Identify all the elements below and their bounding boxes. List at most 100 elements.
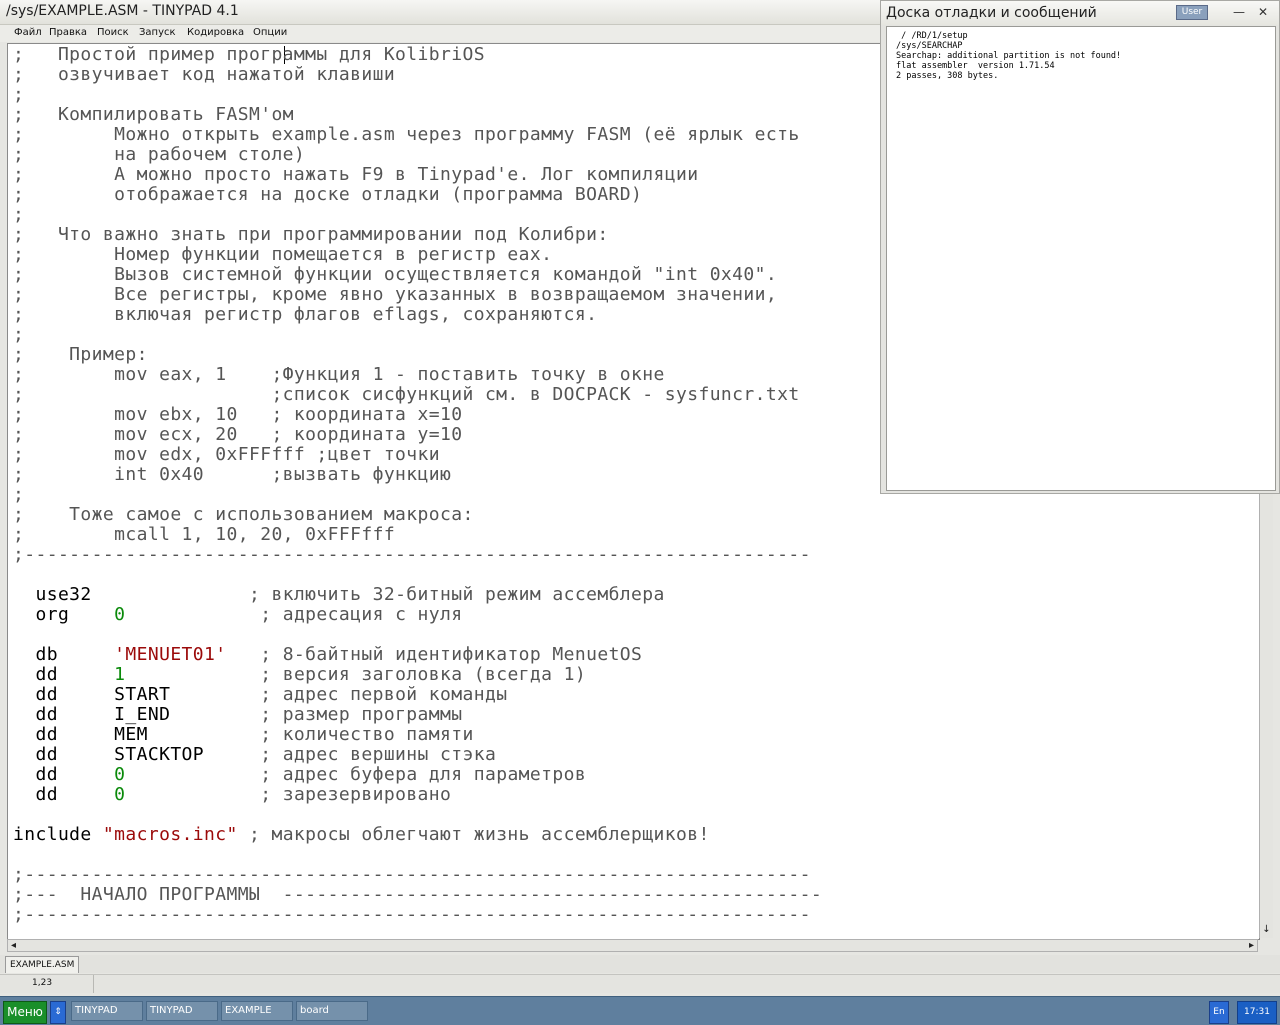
task-button-tinypad[interactable]: TINYPAD (71, 1001, 143, 1021)
task-button-board[interactable]: board (296, 1001, 368, 1021)
code-token-comment: ; mov edx, 0xFFFfff ;цвет точки (13, 444, 441, 465)
code-token-comment: ; Все регистры, кроме явно указанных в в… (13, 284, 778, 305)
code-token-comment: ; mcall 1, 10, 20, 0xFFFfff (13, 524, 396, 545)
code-line: ; Номер функции помещается в регистр eax… (13, 245, 552, 265)
code-token-comment: ;---------------------------------------… (13, 904, 811, 925)
code-token-number: 0 (114, 764, 126, 785)
code-line: ; mov edx, 0xFFFfff ;цвет точки (13, 445, 440, 465)
menu-encoding[interactable]: Кодировка (187, 27, 244, 38)
task-button-example[interactable]: EXAMPLE (221, 1001, 293, 1021)
code-line: ; mov ecx, 20 ; координата y=10 (13, 425, 462, 445)
code-token-plain: dd (13, 664, 115, 685)
code-token-comment: ; количество памяти (147, 724, 474, 745)
start-menu-button[interactable]: Меню (3, 1001, 47, 1024)
code-token-comment: ; включая регистр флагов eflags, сохраня… (13, 304, 598, 325)
code-line: ; mcall 1, 10, 20, 0xFFFfff (13, 525, 395, 545)
code-token-plain: dd MEM (13, 724, 148, 745)
code-token-comment: ; (13, 204, 25, 225)
code-token-string: "macros.inc" (102, 824, 238, 845)
code-line: org 0 ; адресация с нуля (13, 605, 463, 625)
scroll-left-arrow-icon[interactable]: ◂ (11, 940, 16, 951)
code-token-comment: ; Что важно знать при программировании п… (13, 224, 609, 245)
status-divider (93, 975, 94, 993)
code-line: ; (13, 325, 24, 345)
code-token-comment: ; mov ecx, 20 ; координата y=10 (13, 424, 463, 445)
code-line: db 'MENUET01' ; 8-байтный идентификатор … (13, 645, 642, 665)
code-token-plain: dd (13, 764, 115, 785)
log-line: /sys/SEARCHAP (896, 41, 963, 51)
log-line: flat assembler version 1.71.54 (896, 61, 1055, 71)
code-token-comment: ; версия заголовка (всегда 1) (125, 664, 587, 685)
minimize-icon[interactable]: — (1231, 4, 1247, 20)
horizontal-scrollbar[interactable]: ◂ ▸ (7, 939, 1258, 952)
code-line: ; ;список сисфункций см. в DOCPACK - sys… (13, 385, 800, 405)
code-token-comment: ; (13, 84, 25, 105)
code-token-comment: ; адрес первой команды (170, 684, 508, 705)
code-line: ; Тоже самое с использованием макроса: (13, 505, 474, 525)
code-line: ;---------------------------------------… (13, 905, 811, 925)
code-token-comment: ; Компилировать FASM'ом (13, 104, 294, 125)
code-token-comment: ;---------------------------------------… (13, 864, 811, 885)
status-bar: 1,23 (0, 974, 1280, 993)
board-titlebar[interactable]: Доска отладки и сообщений User — ✕ (881, 1, 1279, 25)
menu-file[interactable]: Файл (14, 27, 42, 38)
tab-example-asm[interactable]: EXAMPLE.ASM (5, 956, 80, 973)
code-line: ;--- НАЧАЛО ПРОГРАММЫ ------------------… (13, 885, 822, 905)
task-button-tinypad-2[interactable]: TINYPAD (146, 1001, 218, 1021)
code-line: ; (13, 85, 24, 105)
board-window: Доска отладки и сообщений User — ✕ / /RD… (880, 0, 1280, 494)
cursor-position: 1,23 (32, 978, 53, 988)
code-token-comment: ;--- НАЧАЛО ПРОГРАММЫ ------------------… (13, 884, 823, 905)
code-token-number: 0 (114, 784, 126, 805)
menu-edit[interactable]: Правка (49, 27, 87, 38)
code-token-comment: ; озвучивает код нажатой клавиши (13, 64, 396, 85)
code-line: ; озвучивает код нажатой клавиши (13, 65, 395, 85)
log-line: Searchap: additional partition is not fo… (896, 51, 1122, 61)
code-token-comment: ; адресация с нуля (125, 604, 463, 625)
scroll-right-arrow-icon[interactable]: ▸ (1249, 940, 1254, 951)
code-line: ; Можно открыть example.asm через програ… (13, 125, 800, 145)
code-line: ; Простой пример программы для KolibriOS (13, 45, 485, 65)
code-line: ; на рабочем столе) (13, 145, 305, 165)
code-line: ; отображается на доске отладки (програм… (13, 185, 642, 205)
code-line: ;---------------------------------------… (13, 865, 811, 885)
code-line: ; (13, 485, 24, 505)
code-token-comment: ; включить 32-битный режим ассемблера (91, 584, 665, 605)
code-token-comment: ; на рабочем столе) (13, 144, 306, 165)
code-token-plain: dd (13, 784, 115, 805)
code-line: dd I_END ; размер программы (13, 705, 463, 725)
keyboard-layout-button[interactable]: En (1209, 1001, 1229, 1024)
log-line: / /RD/1/setup (896, 31, 968, 41)
scroll-down-arrow-icon[interactable]: ↓ (1260, 924, 1273, 936)
code-token-comment: ; адрес буфера для параметров (125, 764, 587, 785)
code-line: ; Все регистры, кроме явно указанных в в… (13, 285, 777, 305)
code-token-comment: ; (13, 484, 25, 505)
code-line: ; А можно просто нажать F9 в Tinypad'е. … (13, 165, 698, 185)
user-button[interactable]: User (1176, 5, 1208, 20)
code-token-number: 1 (114, 664, 126, 685)
code-token-comment: ; Можно открыть example.asm через програ… (13, 124, 800, 145)
code-token-comment: ; размер программы (170, 704, 463, 725)
menu-search[interactable]: Поиск (97, 27, 129, 38)
code-token-comment: ; ;список сисфункций см. в DOCPACK - sys… (13, 384, 800, 405)
code-line: ; mov ebx, 10 ; координата x=10 (13, 405, 462, 425)
code-line: dd STACKTOP ; адрес вершины стэка (13, 745, 496, 765)
menu-run[interactable]: Запуск (139, 27, 176, 38)
code-line: ; Что важно знать при программировании п… (13, 225, 609, 245)
code-line: dd 0 ; адрес буфера для параметров (13, 765, 586, 785)
code-token-comment: ; Простой пример программы для KolibriOS (13, 44, 485, 65)
code-line: dd 0 ; зарезервировано (13, 785, 451, 805)
code-token-plain: org (13, 604, 115, 625)
window-switcher-icon[interactable]: ⇕ (50, 1001, 66, 1024)
menu-options[interactable]: Опции (253, 27, 287, 38)
code-line: ; Компилировать FASM'ом (13, 105, 294, 125)
code-token-plain: db (13, 644, 115, 665)
taskbar: Меню ⇕ TINYPAD TINYPAD EXAMPLE board En … (0, 996, 1280, 1025)
code-line: ; int 0x40 ;вызвать функцию (13, 465, 451, 485)
code-token-comment: ; Тоже самое с использованием макроса: (13, 504, 474, 525)
clock: 17:31 (1237, 1001, 1277, 1024)
board-log: / /RD/1/setup /sys/SEARCHAP Searchap: ad… (886, 26, 1276, 491)
close-icon[interactable]: ✕ (1255, 4, 1271, 20)
code-token-comment: ; Вызов системной функции осуществляется… (13, 264, 778, 285)
code-line: ; mov eax, 1 ;Функция 1 - поставить точк… (13, 365, 665, 385)
